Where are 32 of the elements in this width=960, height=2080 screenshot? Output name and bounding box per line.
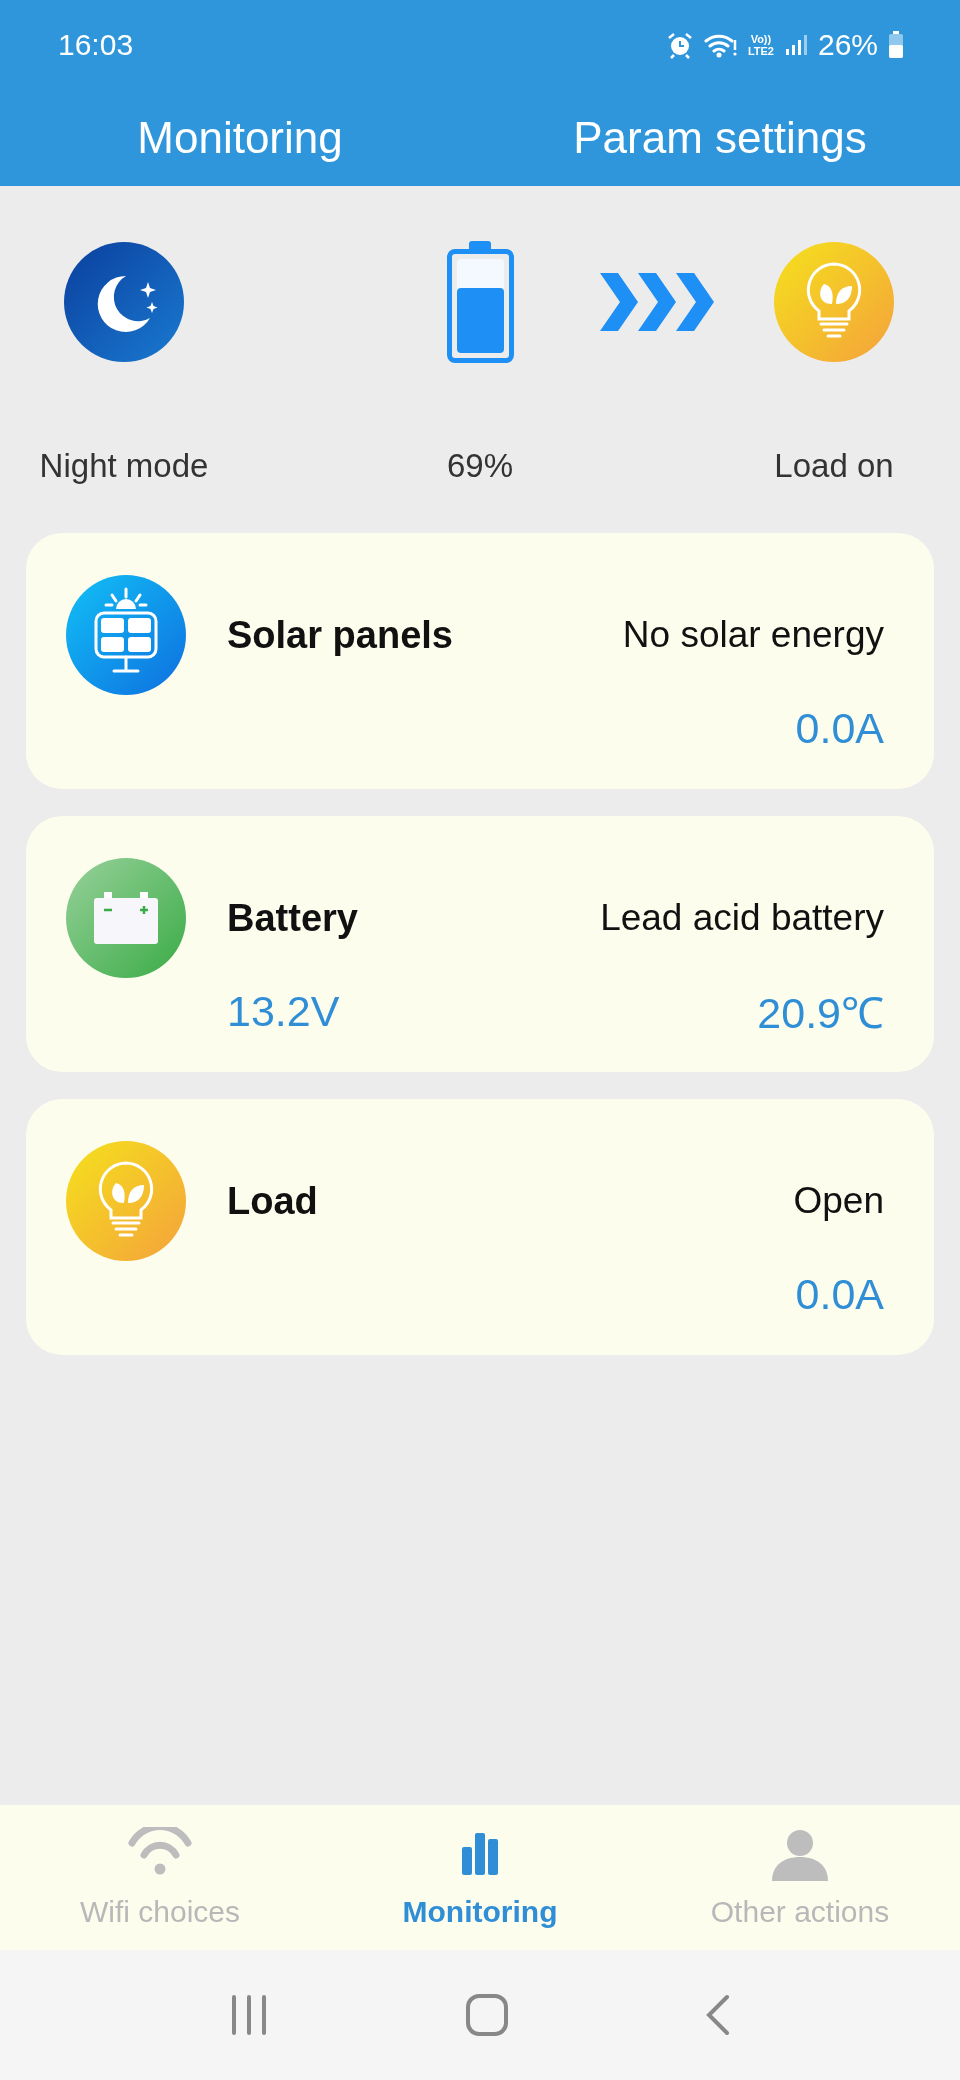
light-bulb-icon: [774, 242, 894, 362]
wifi-icon: [703, 32, 738, 58]
battery-percent: 69%: [446, 447, 514, 485]
card-title: Solar panels: [227, 613, 453, 657]
battery-icon: [888, 31, 904, 59]
header-tab[interactable]: Param settings: [573, 113, 867, 163]
solar-panel-icon: [66, 575, 186, 695]
chevrons-icon: [599, 273, 715, 331]
card-status: Lead acid battery: [600, 897, 884, 939]
card-title: Battery: [227, 896, 358, 940]
signal-icon: [783, 33, 808, 57]
light-bulb-icon: [66, 1141, 186, 1261]
network-label: LTE2: [747, 45, 774, 57]
nav-tab[interactable]: Wifi choices: [0, 1805, 320, 1950]
mode-label: Night mode: [39, 447, 209, 485]
reading-value: 20.9℃: [757, 987, 884, 1039]
header-tab[interactable]: Monitoring: [137, 113, 343, 163]
volte-label: Vo)): [750, 33, 772, 45]
reading-value: 0.0A: [795, 1269, 884, 1319]
nav-tab[interactable]: Other actions: [640, 1805, 960, 1950]
reading-value: 13.2V: [227, 986, 340, 1036]
nav-tab[interactable]: Monitoring: [320, 1805, 640, 1950]
card-title: Load: [227, 1179, 318, 1223]
load-label: Load on: [774, 447, 894, 485]
card-status: No solar energy: [622, 614, 884, 656]
card-status: Open: [793, 1180, 884, 1222]
reading-value: 0.0A: [795, 703, 884, 753]
status-time: 16:03: [58, 28, 134, 62]
home-icon[interactable]: [465, 1993, 509, 2037]
battery-percent: 26%: [817, 28, 878, 62]
moon-icon: [64, 242, 184, 362]
car-battery-icon: [66, 858, 186, 978]
